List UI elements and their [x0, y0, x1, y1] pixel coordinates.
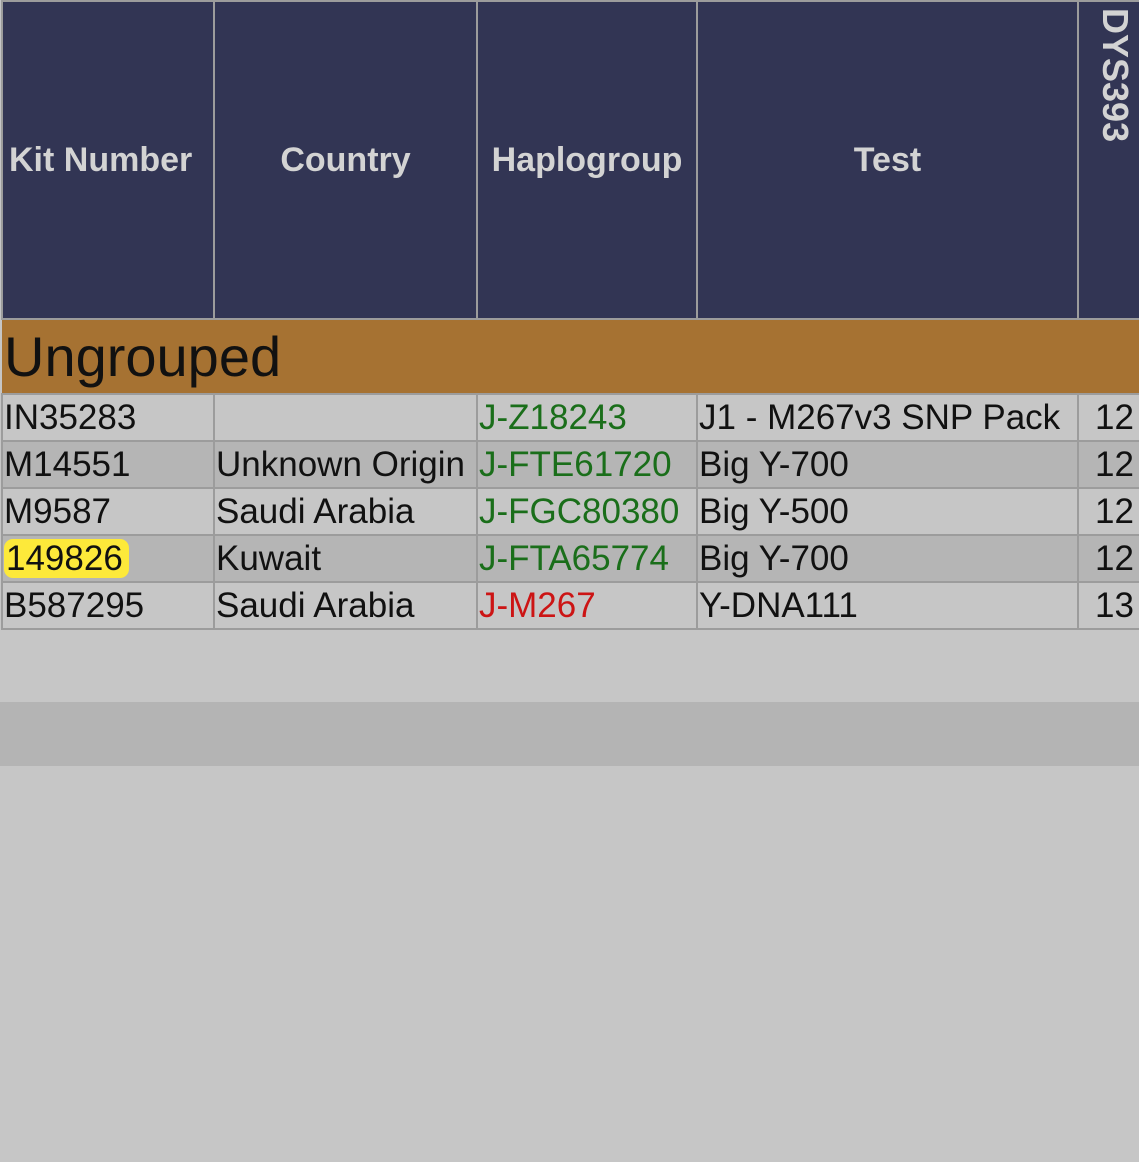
kit-number-cell: M9587 [1, 487, 215, 536]
column-header-test[interactable]: Test [696, 0, 1079, 320]
background-band-light [0, 640, 1139, 702]
test-cell: Y-DNA111 [696, 581, 1079, 630]
haplogroup-cell: J-FGC80380 [476, 487, 698, 536]
country-cell: Unknown Origin [213, 440, 478, 489]
dys393-cell: 12 [1077, 534, 1139, 583]
table-row[interactable]: 149826 Kuwait J-FTA65774 Big Y-700 12 [1, 534, 1139, 583]
group-label: Ungrouped [2, 318, 1139, 395]
kit-number-cell: 149826 [1, 534, 215, 583]
group-row: Ungrouped [2, 318, 1139, 395]
column-header-kit-number[interactable]: Kit Number [1, 0, 215, 320]
country-cell: Saudi Arabia [213, 487, 478, 536]
test-cell: Big Y-700 [696, 440, 1079, 489]
table-body: Ungrouped IN35283 J-Z18243 J1 - M267v3 S… [1, 318, 1139, 630]
kit-number-cell: M14551 [1, 440, 215, 489]
dys393-cell: 12 [1077, 440, 1139, 489]
kit-number-cell: B587295 [1, 581, 215, 630]
dys393-cell: 13 [1077, 581, 1139, 630]
country-cell: Saudi Arabia [213, 581, 478, 630]
column-header-haplogroup[interactable]: Haplogroup [476, 0, 698, 320]
table-row[interactable]: B587295 Saudi Arabia J-M267 Y-DNA111 13 [1, 581, 1139, 630]
dys393-cell: 12 [1077, 487, 1139, 536]
results-page: Kit Number Country Haplogroup Test DYS39… [0, 0, 1139, 1162]
table-row[interactable]: M9587 Saudi Arabia J-FGC80380 Big Y-500 … [1, 487, 1139, 536]
haplogroup-cell: J-FTE61720 [476, 440, 698, 489]
kit-number-cell: IN35283 [1, 393, 215, 442]
column-header-dys393[interactable]: DYS393 [1077, 0, 1139, 320]
test-cell: Big Y-500 [696, 487, 1079, 536]
dys393-cell: 12 [1077, 393, 1139, 442]
ystr-results-table: Kit Number Country Haplogroup Test DYS39… [1, 0, 1139, 630]
dys393-label: DYS393 [1095, 8, 1136, 143]
country-cell [213, 393, 478, 442]
highlighted-kit-number: 149826 [4, 538, 129, 578]
country-cell: Kuwait [213, 534, 478, 583]
column-header-country[interactable]: Country [213, 0, 478, 320]
haplogroup-cell: J-FTA65774 [476, 534, 698, 583]
test-cell: Big Y-700 [696, 534, 1079, 583]
haplogroup-cell: J-M267 [476, 581, 698, 630]
table-header: Kit Number Country Haplogroup Test DYS39… [1, 0, 1139, 320]
background-band-dark [0, 702, 1139, 766]
test-cell: J1 - M267v3 SNP Pack [696, 393, 1079, 442]
haplogroup-cell: J-Z18243 [476, 393, 698, 442]
table-row[interactable]: M14551 Unknown Origin J-FTE61720 Big Y-7… [1, 440, 1139, 489]
table-row[interactable]: IN35283 J-Z18243 J1 - M267v3 SNP Pack 12 [1, 393, 1139, 442]
